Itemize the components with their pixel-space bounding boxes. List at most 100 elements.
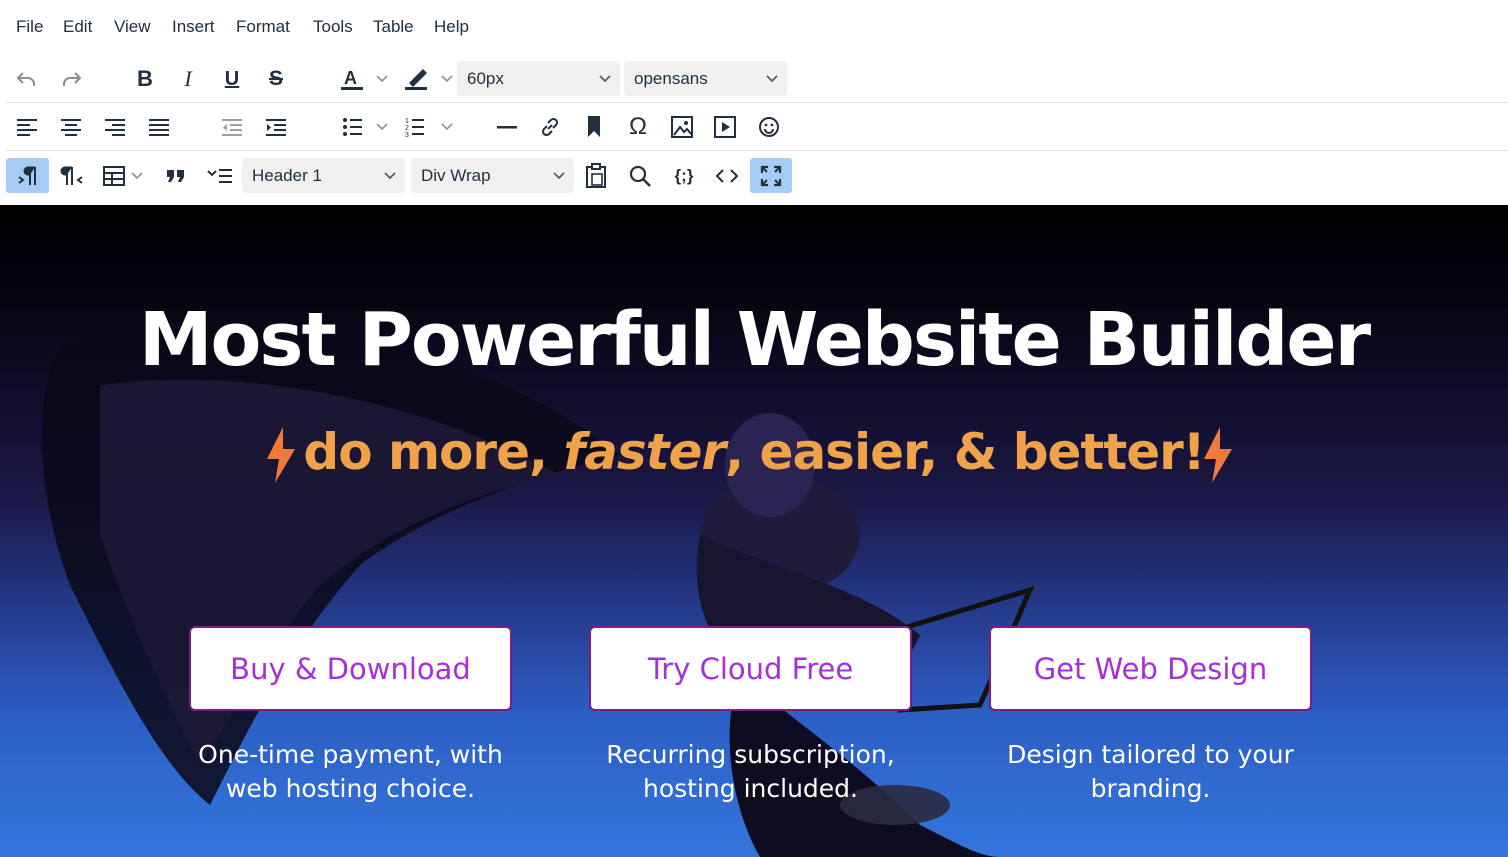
template-button[interactable]: {;} (668, 158, 700, 193)
highlighter-icon (405, 69, 453, 90)
svg-text:A: A (344, 68, 357, 88)
fullscreen-button[interactable] (750, 158, 792, 193)
align-justify-icon (149, 119, 169, 136)
find-replace-button[interactable] (624, 158, 656, 193)
menu-file[interactable]: File (16, 17, 43, 37)
redo-button[interactable] (56, 63, 88, 95)
block-format-value: Header 1 (252, 165, 322, 185)
hero-subtitle-emphasis: faster (563, 423, 726, 481)
strikethrough-button[interactable]: S (260, 63, 292, 95)
media-icon (714, 116, 736, 138)
rtl-icon (60, 166, 83, 185)
menu-help[interactable]: Help (434, 17, 469, 37)
indent-icon (266, 119, 286, 136)
horizontal-line-icon (497, 126, 517, 129)
outdent-icon (222, 119, 242, 136)
rtl-direction-button[interactable] (56, 158, 88, 193)
bookmark-icon (588, 116, 600, 137)
smiley-icon (759, 117, 779, 137)
text-color-button[interactable]: A (333, 63, 395, 95)
align-center-button[interactable] (55, 111, 87, 143)
bookmark-button[interactable] (578, 111, 610, 143)
fullscreen-icon (760, 165, 782, 186)
special-character-button[interactable]: Ω (622, 111, 654, 143)
buy-download-button[interactable]: Buy & Download (189, 626, 512, 711)
image-icon (671, 116, 693, 138)
caption-line: web hosting choice. (225, 774, 476, 803)
braces-icon: {;} (674, 165, 694, 185)
caption-line: Recurring subscription, (606, 740, 895, 769)
horizontal-line-button[interactable] (491, 111, 523, 143)
insert-image-button[interactable] (666, 111, 698, 143)
outdent-button[interactable] (216, 111, 248, 143)
numbered-list-icon: 123 (405, 118, 453, 138)
menu-table[interactable]: Table (373, 17, 414, 37)
italic-button[interactable]: I (172, 63, 204, 95)
text-color-icon: A (341, 68, 388, 90)
indent-button[interactable] (260, 111, 292, 143)
highlight-color-button[interactable] (398, 63, 460, 95)
editor-content[interactable]: Most Powerful Website Builder do more, f… (0, 205, 1508, 857)
menu-bar: File Edit View Insert Format Tools Table… (0, 0, 1508, 54)
svg-text:1: 1 (405, 118, 409, 125)
chevron-down-icon (766, 74, 778, 82)
font-family-value: opensans (634, 68, 708, 88)
table-icon (103, 165, 143, 186)
link-icon (541, 117, 559, 137)
accordion-button[interactable] (204, 158, 236, 193)
menu-tools[interactable]: Tools (313, 17, 353, 37)
web-design-caption: Design tailored to your branding. (989, 738, 1312, 806)
table-button[interactable] (100, 158, 148, 193)
search-icon (629, 165, 651, 187)
numbered-list-button[interactable]: 123 (398, 111, 460, 143)
undo-button[interactable] (10, 63, 42, 95)
caption-line: Design tailored to your (1007, 740, 1294, 769)
emoticons-button[interactable] (753, 111, 785, 143)
undo-icon (16, 72, 35, 86)
align-left-button[interactable] (12, 111, 44, 143)
caption-line: One-time payment, with (198, 740, 503, 769)
source-code-button[interactable] (711, 158, 743, 193)
font-family-select[interactable]: opensans (624, 61, 787, 96)
code-icon (715, 168, 739, 183)
ltr-icon (17, 166, 36, 185)
omega-icon: Ω (629, 113, 647, 140)
menu-insert[interactable]: Insert (172, 17, 215, 37)
align-right-icon (105, 119, 125, 136)
quote-icon (167, 169, 184, 182)
svg-text:2: 2 (405, 125, 409, 132)
font-size-value: 60px (467, 68, 504, 88)
bold-icon: B (137, 66, 153, 91)
wrap-format-value: Div Wrap (421, 165, 491, 185)
ltr-direction-button[interactable] (6, 158, 49, 193)
hero-subtitle: do more, faster, easier, & better! (0, 423, 1508, 481)
align-justify-button[interactable] (143, 111, 175, 143)
block-format-select[interactable]: Header 1 (242, 158, 405, 193)
cloud-caption: Recurring subscription, hosting included. (589, 738, 912, 806)
align-center-icon (61, 119, 81, 136)
strikethrough-icon: S (268, 67, 283, 90)
collapse-list-icon (207, 168, 232, 183)
chevron-down-icon (553, 171, 565, 179)
caption-line: branding. (1090, 774, 1211, 803)
wrap-format-select[interactable]: Div Wrap (411, 158, 574, 193)
buy-download-caption: One-time payment, with web hosting choice… (189, 738, 512, 806)
bold-button[interactable]: B (129, 63, 161, 95)
align-right-button[interactable] (99, 111, 131, 143)
font-size-select[interactable]: 60px (457, 61, 620, 96)
get-web-design-button[interactable]: Get Web Design (989, 626, 1312, 711)
underline-button[interactable]: U (216, 63, 248, 95)
link-button[interactable] (534, 111, 566, 143)
blockquote-button[interactable] (160, 158, 192, 193)
try-cloud-free-button[interactable]: Try Cloud Free (589, 626, 912, 711)
bullet-list-icon (343, 118, 388, 136)
bullet-list-button[interactable] (333, 111, 395, 143)
lightning-icon (1204, 427, 1232, 483)
menu-view[interactable]: View (114, 17, 151, 37)
insert-media-button[interactable] (709, 111, 741, 143)
paste-button[interactable] (580, 158, 612, 193)
menu-format[interactable]: Format (236, 17, 290, 37)
clipboard-icon (586, 162, 606, 188)
svg-text:3: 3 (405, 132, 409, 138)
menu-edit[interactable]: Edit (63, 17, 92, 37)
